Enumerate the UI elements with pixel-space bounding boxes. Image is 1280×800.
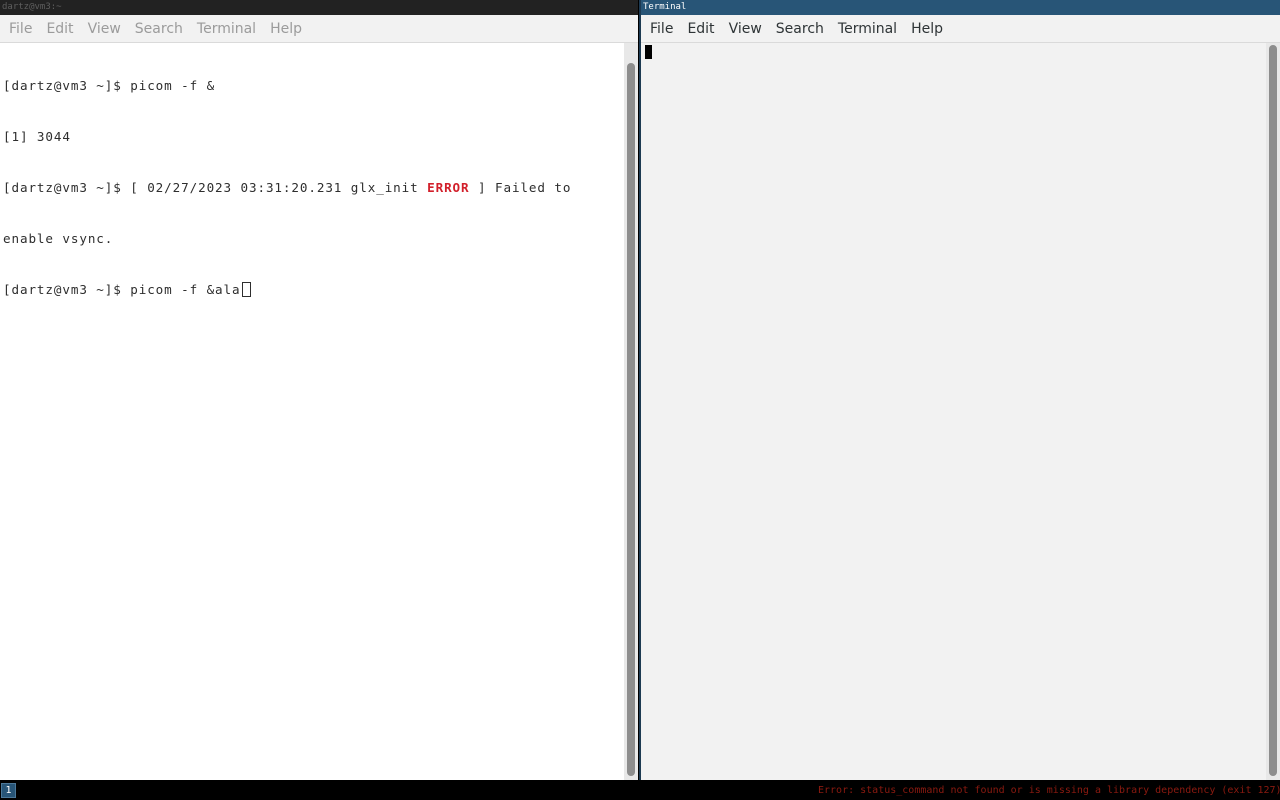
error-line-suffix: ] Failed to [469, 180, 572, 195]
window-title-left[interactable]: dartz@vm3:~ [0, 0, 638, 15]
workspace-button[interactable]: 1 [1, 783, 16, 798]
menu-edit[interactable]: Edit [39, 21, 80, 37]
menu-edit[interactable]: Edit [680, 21, 721, 37]
terminal-line: [dartz@vm3 ~]$ [ 02/27/2023 03:31:20.231… [3, 179, 622, 196]
terminal-line: [dartz@vm3 ~]$ picom -f &ala [3, 281, 622, 298]
terminal-area-left[interactable]: [dartz@vm3 ~]$ picom -f & [1] 3044 [dart… [0, 43, 638, 780]
menubar-left: File Edit View Search Terminal Help [0, 15, 638, 43]
terminal-line: [1] 3044 [3, 129, 71, 144]
status-error-text: Error: status_command not found or is mi… [818, 785, 1280, 796]
prompt-input: [dartz@vm3 ~]$ picom -f &ala [3, 282, 241, 297]
status-bar: 1 Error: status_command not found or is … [0, 780, 1280, 800]
scrollbar-thumb[interactable] [627, 63, 635, 776]
menu-search[interactable]: Search [769, 21, 831, 37]
error-label: ERROR [427, 180, 470, 195]
scrollbar-thumb[interactable] [1269, 45, 1277, 776]
scrollbar-right[interactable] [1266, 43, 1280, 780]
error-line-prefix: [dartz@vm3 ~]$ [ 02/27/2023 03:31:20.231… [3, 180, 428, 195]
menubar-right: File Edit View Search Terminal Help [641, 15, 1280, 43]
terminal-line: [dartz@vm3 ~]$ picom -f & [3, 78, 216, 93]
menu-search[interactable]: Search [128, 21, 190, 37]
terminal-window-left[interactable]: dartz@vm3:~ File Edit View Search Termin… [0, 0, 638, 780]
menu-view[interactable]: View [722, 21, 769, 37]
terminal-window-right[interactable]: Terminal File Edit View Search Terminal … [641, 0, 1280, 780]
menu-file[interactable]: File [2, 21, 39, 37]
terminal-line: enable vsync. [3, 231, 114, 246]
menu-help[interactable]: Help [263, 21, 309, 37]
terminal-area-right[interactable] [641, 43, 1280, 780]
menu-terminal[interactable]: Terminal [831, 21, 904, 37]
terminal-output: [dartz@vm3 ~]$ picom -f & [1] 3044 [dart… [3, 43, 622, 332]
block-cursor [645, 45, 652, 59]
scrollbar-left[interactable] [624, 43, 638, 780]
menu-file[interactable]: File [643, 21, 680, 37]
menu-help[interactable]: Help [904, 21, 950, 37]
menu-terminal[interactable]: Terminal [190, 21, 263, 37]
window-divider-line [638, 0, 639, 780]
window-title-right[interactable]: Terminal [641, 0, 1280, 15]
text-cursor [241, 282, 251, 297]
menu-view[interactable]: View [81, 21, 128, 37]
